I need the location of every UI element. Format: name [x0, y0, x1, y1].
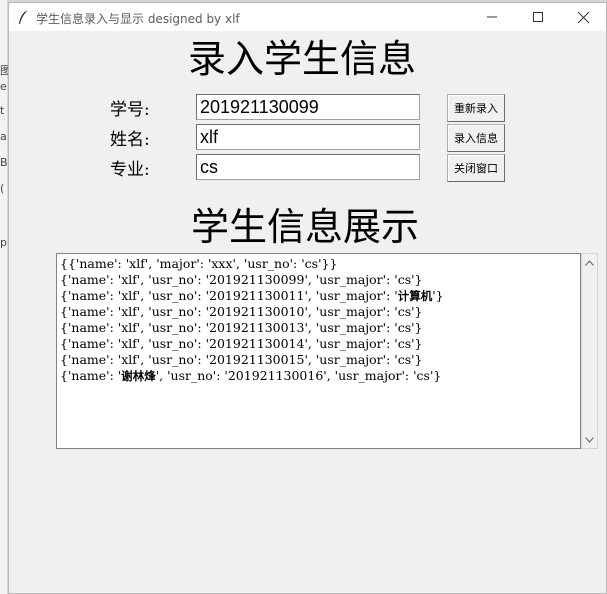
records-list: {{'name': 'xlf', 'major': 'xxx', 'usr_no…	[60, 256, 580, 384]
record-line: {'name': 'xlf', 'usr_no': '201921130013'…	[60, 320, 423, 335]
record-line: {'name': 'xlf', 'usr_no': '201921130010'…	[60, 304, 423, 319]
background-text: e	[0, 80, 7, 93]
background-text: p	[0, 236, 7, 249]
minimize-button[interactable]	[469, 3, 515, 31]
major-label: 专业:	[110, 160, 150, 180]
maximize-button[interactable]	[515, 3, 561, 31]
record-line: {'name': 'xlf', 'usr_no': '201921130011'…	[60, 288, 444, 303]
submit-button[interactable]: 录入信息	[447, 124, 505, 152]
student-id-input[interactable]	[196, 94, 420, 120]
major-input[interactable]	[196, 154, 420, 180]
reset-button[interactable]: 重新录入	[447, 94, 505, 122]
app-window: 学生信息录入与显示 designed by xlf 录入学生信息 学号: 姓名:…	[8, 2, 607, 594]
chevron-up-icon	[585, 259, 594, 266]
client-area: 录入学生信息 学号: 姓名: 专业: 重新录入 录入信息 关闭窗口 学生信息展示…	[9, 31, 606, 593]
close-icon	[577, 11, 589, 23]
background-text: 图	[0, 64, 8, 77]
background-text: t	[0, 104, 5, 117]
minimize-icon	[487, 16, 497, 18]
background-text: (	[0, 182, 5, 195]
record-line: {'name': 'xlf', 'usr_no': '201921130015'…	[60, 352, 423, 367]
records-scrollbar[interactable]	[581, 253, 598, 449]
window-title: 学生信息录入与显示 designed by xlf	[36, 12, 240, 26]
name-label: 姓名:	[110, 130, 150, 150]
background-text: a	[0, 130, 7, 143]
record-line: {'name': '谢林烽', 'usr_no': '201921130016'…	[60, 368, 442, 383]
name-input[interactable]	[196, 124, 420, 150]
entry-heading: 录入学生信息	[188, 37, 417, 81]
scroll-down-button[interactable]	[582, 431, 597, 448]
record-line: {'name': 'xlf', 'usr_no': '201921130014'…	[60, 336, 423, 351]
close-button[interactable]	[560, 3, 606, 31]
maximize-icon	[533, 12, 543, 22]
feather-icon	[17, 9, 31, 25]
background-text: B	[0, 156, 8, 169]
title-bar[interactable]: 学生信息录入与显示 designed by xlf	[9, 3, 606, 31]
background-window-edge: 图 e t a B ( p	[0, 0, 8, 594]
scroll-up-button[interactable]	[582, 254, 597, 271]
close-window-button[interactable]: 关闭窗口	[447, 154, 505, 182]
record-line: {'name': 'xlf', 'usr_no': '201921130099'…	[60, 272, 423, 287]
record-line: {{'name': 'xlf', 'major': 'xxx', 'usr_no…	[60, 256, 338, 271]
chevron-down-icon	[585, 436, 594, 443]
records-text-area[interactable]: {{'name': 'xlf', 'major': 'xxx', 'usr_no…	[56, 253, 581, 449]
display-heading: 学生信息展示	[191, 205, 420, 249]
student-id-label: 学号:	[110, 100, 150, 120]
